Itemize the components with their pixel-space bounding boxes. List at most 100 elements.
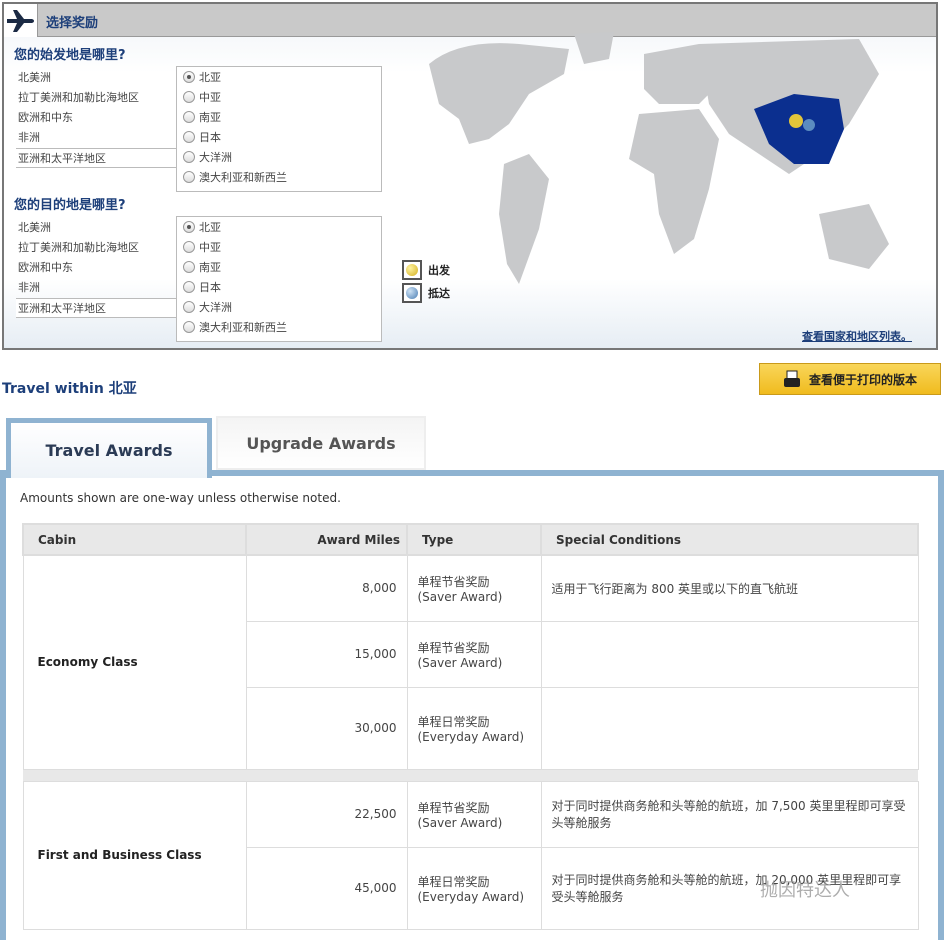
destination-subregion-list: 北亚中亚南亚日本大洋洲澳大利亚和新西兰: [176, 216, 382, 342]
radio-button[interactable]: [183, 241, 195, 253]
origin-region-item[interactable]: 亚洲和太平洋地区: [16, 148, 176, 168]
table-row: Economy Class 8,000 单程节省奖励 (Saver Award) 适用于…: [22, 554, 919, 770]
arrival-ball-icon: [406, 287, 418, 299]
type-cn: 单程节省奖励: [417, 800, 490, 815]
type-en: (Saver Award): [417, 589, 503, 604]
destination-region-item[interactable]: 亚洲和太平洋地区: [16, 298, 176, 318]
country-list-link[interactable]: 查看国家和地区列表。: [802, 328, 912, 344]
origin-region-item[interactable]: 拉丁美洲和加勒比海地区: [18, 88, 178, 108]
tab-upgrade-awards[interactable]: Upgrade Awards: [216, 416, 426, 470]
type-cn: 单程节省奖励: [417, 574, 490, 589]
subregion-label: 北亚: [199, 221, 221, 234]
origin-question: 您的始发地是哪里?: [14, 48, 126, 63]
radio-button[interactable]: [183, 151, 195, 163]
radio-button[interactable]: [183, 171, 195, 183]
origin-subregion-option[interactable]: 南亚: [177, 107, 381, 127]
print-button-label: 查看便于打印的版本: [808, 372, 917, 387]
subregion-label: 日本: [199, 281, 221, 294]
conditions-cell: 对于同时提供商务舱和头等舱的航班，加 20,000 英里里程即可享受头等舱服务: [540, 846, 919, 930]
radio-button[interactable]: [183, 281, 195, 293]
legend-label: 抵达: [428, 287, 450, 300]
destination-region-item[interactable]: 欧洲和中东: [18, 258, 178, 278]
miles-cell: 22,500: [245, 780, 408, 848]
radio-button[interactable]: [183, 131, 195, 143]
subregion-label: 中亚: [199, 241, 221, 254]
origin-region-item[interactable]: 北美洲: [18, 68, 178, 88]
destination-subregion-option[interactable]: 日本: [177, 277, 381, 297]
destination-marker: [803, 119, 815, 131]
subregion-label: 大洋洲: [199, 151, 232, 164]
destination-subregion-option[interactable]: 澳大利亚和新西兰: [177, 317, 381, 337]
radio-button[interactable]: [183, 221, 195, 233]
origin-subregion-option[interactable]: 中亚: [177, 87, 381, 107]
type-en: (Saver Award): [417, 655, 503, 670]
origin-subregion-option[interactable]: 澳大利亚和新西兰: [177, 167, 381, 187]
header-special-conditions: Special Conditions: [540, 523, 919, 556]
awards-table: Cabin Award Miles Type Special Condition…: [22, 523, 919, 930]
destination-subregion-option[interactable]: 北亚: [177, 217, 381, 237]
group-separator: [23, 769, 918, 781]
subregion-label: 北亚: [199, 71, 221, 84]
map-legend: 出发 抵达: [402, 260, 450, 303]
watermark: 抛因特达人: [760, 880, 850, 901]
radio-button[interactable]: [183, 261, 195, 273]
origin-subregion-option[interactable]: 日本: [177, 127, 381, 147]
origin-subregion-option[interactable]: 大洋洲: [177, 147, 381, 167]
origin-region-item[interactable]: 欧洲和中东: [18, 108, 178, 128]
travel-title: Travel within 北亚: [2, 381, 137, 397]
type-cell: 单程节省奖励 (Saver Award): [406, 554, 542, 622]
type-en: (Saver Award): [417, 815, 503, 830]
type-en: (Everyday Award): [417, 889, 525, 904]
type-cn: 单程节省奖励: [417, 640, 490, 655]
legend-arrival: 抵达: [402, 283, 450, 303]
miles-cell: 30,000: [245, 686, 408, 770]
origin-subregion-option[interactable]: 北亚: [177, 67, 381, 87]
type-cell: 单程节省奖励 (Saver Award): [406, 620, 542, 688]
type-en: (Everyday Award): [417, 729, 525, 744]
cabin-cell: Economy Class: [22, 554, 247, 770]
map-north-america: [429, 43, 569, 144]
type-cell: 单程日常奖励 (Everyday Award): [406, 686, 542, 770]
legend-label: 出发: [428, 264, 450, 277]
subregion-label: 澳大利亚和新西兰: [199, 321, 287, 334]
destination-subregion-option[interactable]: 大洋洲: [177, 297, 381, 317]
destination-region-item[interactable]: 非洲: [18, 278, 178, 298]
world-map: [429, 32, 889, 284]
origin-region-item[interactable]: 非洲: [18, 128, 178, 148]
radio-button[interactable]: [183, 91, 195, 103]
destination-subregion-option[interactable]: 南亚: [177, 257, 381, 277]
subregion-label: 南亚: [199, 111, 221, 124]
radio-button[interactable]: [183, 301, 195, 313]
destination-region-item[interactable]: 拉丁美洲和加勒比海地区: [18, 238, 178, 258]
separator-cell: [23, 769, 918, 781]
subregion-label: 澳大利亚和新西兰: [199, 171, 287, 184]
header-type: Type: [406, 523, 542, 556]
destination-subregion-option[interactable]: 中亚: [177, 237, 381, 257]
award-selector-panel: 选择奖励 您的始发地是哪里? 北美洲 拉丁美洲和加勒比海地区 欧洲和中东 非洲 亚洲和太…: [2, 2, 938, 350]
conditions-cell: [540, 620, 919, 688]
radio-button[interactable]: [183, 111, 195, 123]
subregion-label: 日本: [199, 131, 221, 144]
departure-ball-icon: [406, 264, 418, 276]
type-cn: 单程日常奖励: [417, 714, 490, 729]
cabin-cell: First and Business Class: [22, 780, 247, 930]
origin-subregion-list: 北亚中亚南亚日本大洋洲澳大利亚和新西兰: [176, 66, 382, 192]
map-africa: [629, 109, 719, 254]
panel-title: 选择奖励: [46, 16, 99, 31]
print-version-button[interactable]: 查看便于打印的版本: [759, 363, 941, 395]
table-row: First and Business Class 22,500 单程节省奖励 (Sav…: [22, 780, 919, 930]
airplane-icon: [4, 4, 38, 37]
destination-region-item[interactable]: 北美洲: [18, 218, 178, 238]
origin-marker: [789, 114, 803, 128]
miles-cell: 8,000: [245, 554, 408, 622]
radio-button[interactable]: [183, 71, 195, 83]
type-cell: 单程节省奖励 (Saver Award): [406, 780, 542, 848]
radio-button[interactable]: [183, 321, 195, 333]
destination-question: 您的目的地是哪里?: [14, 198, 126, 213]
tab-travel-awards[interactable]: Travel Awards: [6, 418, 212, 478]
subregion-label: 中亚: [199, 91, 221, 104]
subregion-label: 大洋洲: [199, 301, 232, 314]
printer-icon: [783, 370, 800, 387]
legend-departure: 出发: [402, 260, 450, 280]
conditions-cell: 适用于飞行距离为 800 英里或以下的直飞航班: [540, 554, 919, 622]
